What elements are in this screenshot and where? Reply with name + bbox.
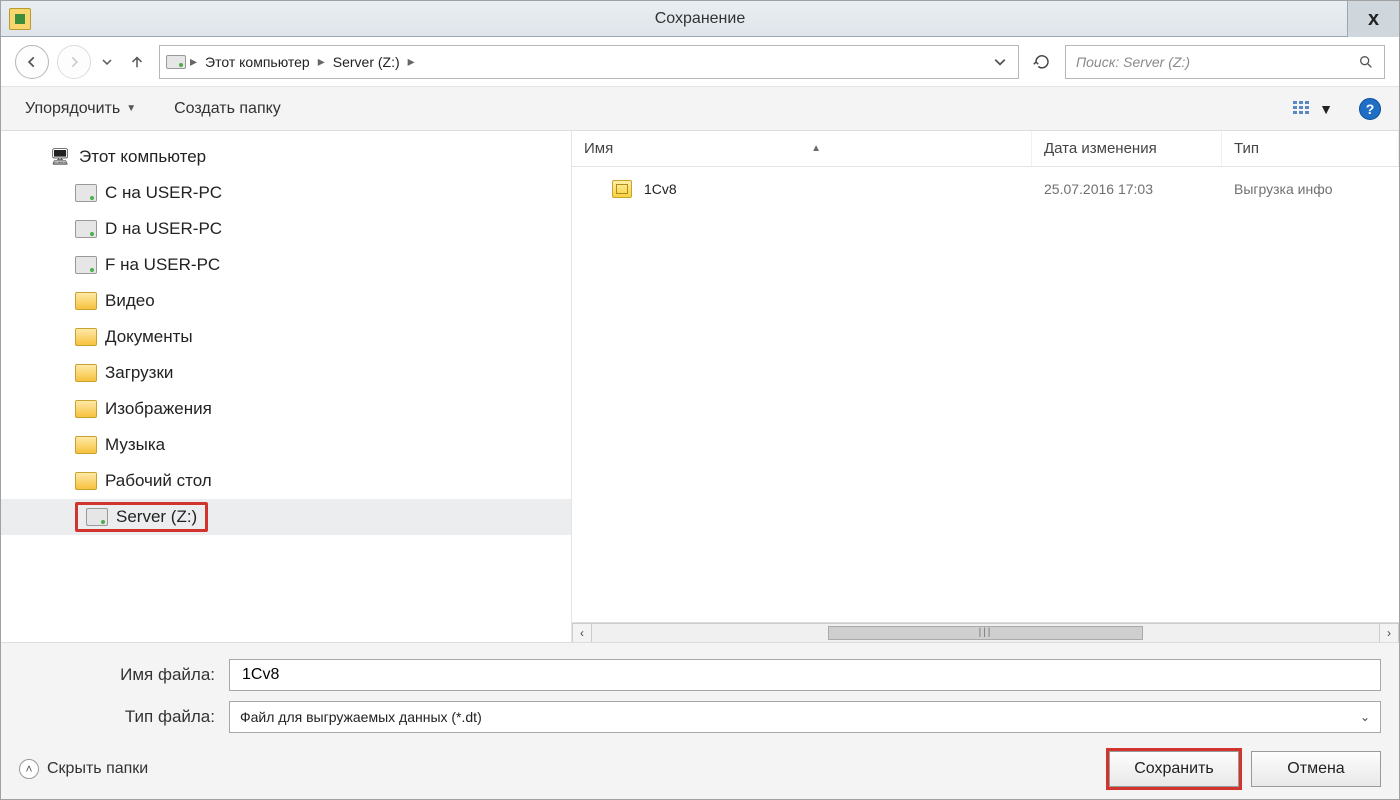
chevron-down-icon (994, 56, 1006, 68)
refresh-icon (1033, 53, 1051, 71)
nav-recent-dropdown[interactable] (99, 57, 115, 67)
tree-item-videos[interactable]: Видео (1, 283, 571, 319)
chevron-up-icon: ˄ (19, 759, 39, 779)
network-drive-icon (75, 184, 97, 202)
new-folder-button[interactable]: Создать папку (168, 96, 287, 122)
hide-folders-toggle[interactable]: ˄ Скрыть папки (19, 759, 148, 779)
file-date: 25.07.2016 17:03 (1032, 181, 1222, 197)
breadcrumb-root[interactable]: Этот компьютер (201, 52, 314, 72)
filetype-label: Тип файла: (19, 707, 229, 727)
network-drive-icon (75, 220, 97, 238)
title-bar: Сохранение x (1, 1, 1399, 37)
folder-icon (75, 328, 97, 346)
address-history-dropdown[interactable] (988, 56, 1012, 68)
column-type[interactable]: Тип (1222, 131, 1399, 166)
file-name: 1Cv8 (644, 181, 677, 197)
toolbar: Упорядочить ▼ Создать папку ▼ ? (1, 87, 1399, 131)
computer-icon (49, 148, 71, 166)
filetype-select[interactable]: Файл для выгружаемых данных (*.dt) ⌄ (229, 701, 1381, 733)
view-options-button[interactable]: ▼ (1293, 101, 1333, 117)
refresh-button[interactable] (1027, 47, 1057, 77)
search-placeholder: Поиск: Server (Z:) (1076, 54, 1358, 70)
chevron-down-icon: ⌄ (1360, 710, 1370, 724)
breadcrumb-sep-icon: ▸ (318, 53, 325, 70)
tree-item-c-drive[interactable]: C на USER-PC (1, 175, 571, 211)
breadcrumb-sep-icon: ▸ (190, 53, 197, 70)
view-grid-icon (1293, 101, 1313, 117)
close-button[interactable]: x (1347, 1, 1399, 37)
breadcrumb-sep-icon: ▸ (408, 53, 415, 70)
nav-up-button[interactable] (123, 48, 151, 76)
tree-item-d-drive[interactable]: D на USER-PC (1, 211, 571, 247)
folder-icon (75, 364, 97, 382)
nav-back-button[interactable] (15, 45, 49, 79)
file-icon (612, 180, 632, 198)
file-list: Имя ▲ Дата изменения Тип 1Cv8 25.07.2016… (571, 131, 1399, 642)
chevron-down-icon (102, 57, 112, 67)
drive-icon (166, 55, 186, 69)
file-rows[interactable]: 1Cv8 25.07.2016 17:03 Выгрузка инфо (572, 167, 1399, 622)
arrow-right-icon (67, 55, 81, 69)
save-dialog: Сохранение x ▸ Этот компьютер ▸ Server (… (0, 0, 1400, 800)
scroll-thumb[interactable]: ||| (828, 626, 1143, 640)
tree-item-pictures[interactable]: Изображения (1, 391, 571, 427)
app-icon (9, 8, 31, 30)
file-type: Выгрузка инфо (1222, 181, 1399, 197)
nav-row: ▸ Этот компьютер ▸ Server (Z:) ▸ Поиск: … (1, 37, 1399, 87)
cancel-button[interactable]: Отмена (1251, 751, 1381, 787)
chevron-down-icon: ▼ (126, 103, 136, 114)
search-input[interactable]: Поиск: Server (Z:) (1065, 45, 1385, 79)
column-name[interactable]: Имя ▲ (572, 131, 1032, 166)
folder-icon (75, 400, 97, 418)
chevron-down-icon: ▼ (1319, 101, 1333, 117)
arrow-up-icon (128, 53, 146, 71)
sort-asc-icon: ▲ (811, 143, 821, 154)
folder-icon (75, 436, 97, 454)
window-title: Сохранение (1, 10, 1399, 28)
network-drive-icon (75, 256, 97, 274)
address-bar[interactable]: ▸ Этот компьютер ▸ Server (Z:) ▸ (159, 45, 1019, 79)
file-row[interactable]: 1Cv8 25.07.2016 17:03 Выгрузка инфо (572, 167, 1399, 211)
tree-item-desktop[interactable]: Рабочий стол (1, 463, 571, 499)
network-drive-icon (86, 508, 108, 526)
nav-forward-button[interactable] (57, 45, 91, 79)
filetype-value: Файл для выгружаемых данных (*.dt) (240, 709, 482, 725)
search-icon (1358, 54, 1374, 70)
tree-item-music[interactable]: Музыка (1, 427, 571, 463)
column-headers: Имя ▲ Дата изменения Тип (572, 131, 1399, 167)
filename-label: Имя файла: (19, 665, 229, 685)
save-button[interactable]: Сохранить (1109, 751, 1239, 787)
tree-root-computer[interactable]: Этот компьютер (1, 139, 571, 175)
tree-item-documents[interactable]: Документы (1, 319, 571, 355)
column-date[interactable]: Дата изменения (1032, 131, 1222, 166)
nav-tree[interactable]: Этот компьютер C на USER-PC D на USER-PC… (1, 131, 571, 642)
horizontal-scrollbar[interactable]: ‹ ||| › (572, 622, 1399, 642)
main-area: Этот компьютер C на USER-PC D на USER-PC… (1, 131, 1399, 643)
scroll-track[interactable]: ||| (592, 623, 1379, 643)
bottom-panel: Имя файла: Тип файла: Файл для выгружаем… (1, 643, 1399, 799)
filename-input[interactable] (229, 659, 1381, 691)
highlight-annotation: Server (Z:) (75, 502, 208, 532)
tree-item-server-z[interactable]: Server (Z:) (1, 499, 571, 535)
tree-item-f-drive[interactable]: F на USER-PC (1, 247, 571, 283)
folder-icon (75, 292, 97, 310)
filename-input-field[interactable] (240, 665, 1370, 685)
scroll-left-button[interactable]: ‹ (572, 623, 592, 643)
help-button[interactable]: ? (1359, 98, 1381, 120)
tree-item-downloads[interactable]: Загрузки (1, 355, 571, 391)
arrow-left-icon (25, 55, 39, 69)
folder-icon (75, 472, 97, 490)
scroll-right-button[interactable]: › (1379, 623, 1399, 643)
organize-button[interactable]: Упорядочить ▼ (19, 96, 142, 122)
breadcrumb-location[interactable]: Server (Z:) (329, 52, 404, 72)
